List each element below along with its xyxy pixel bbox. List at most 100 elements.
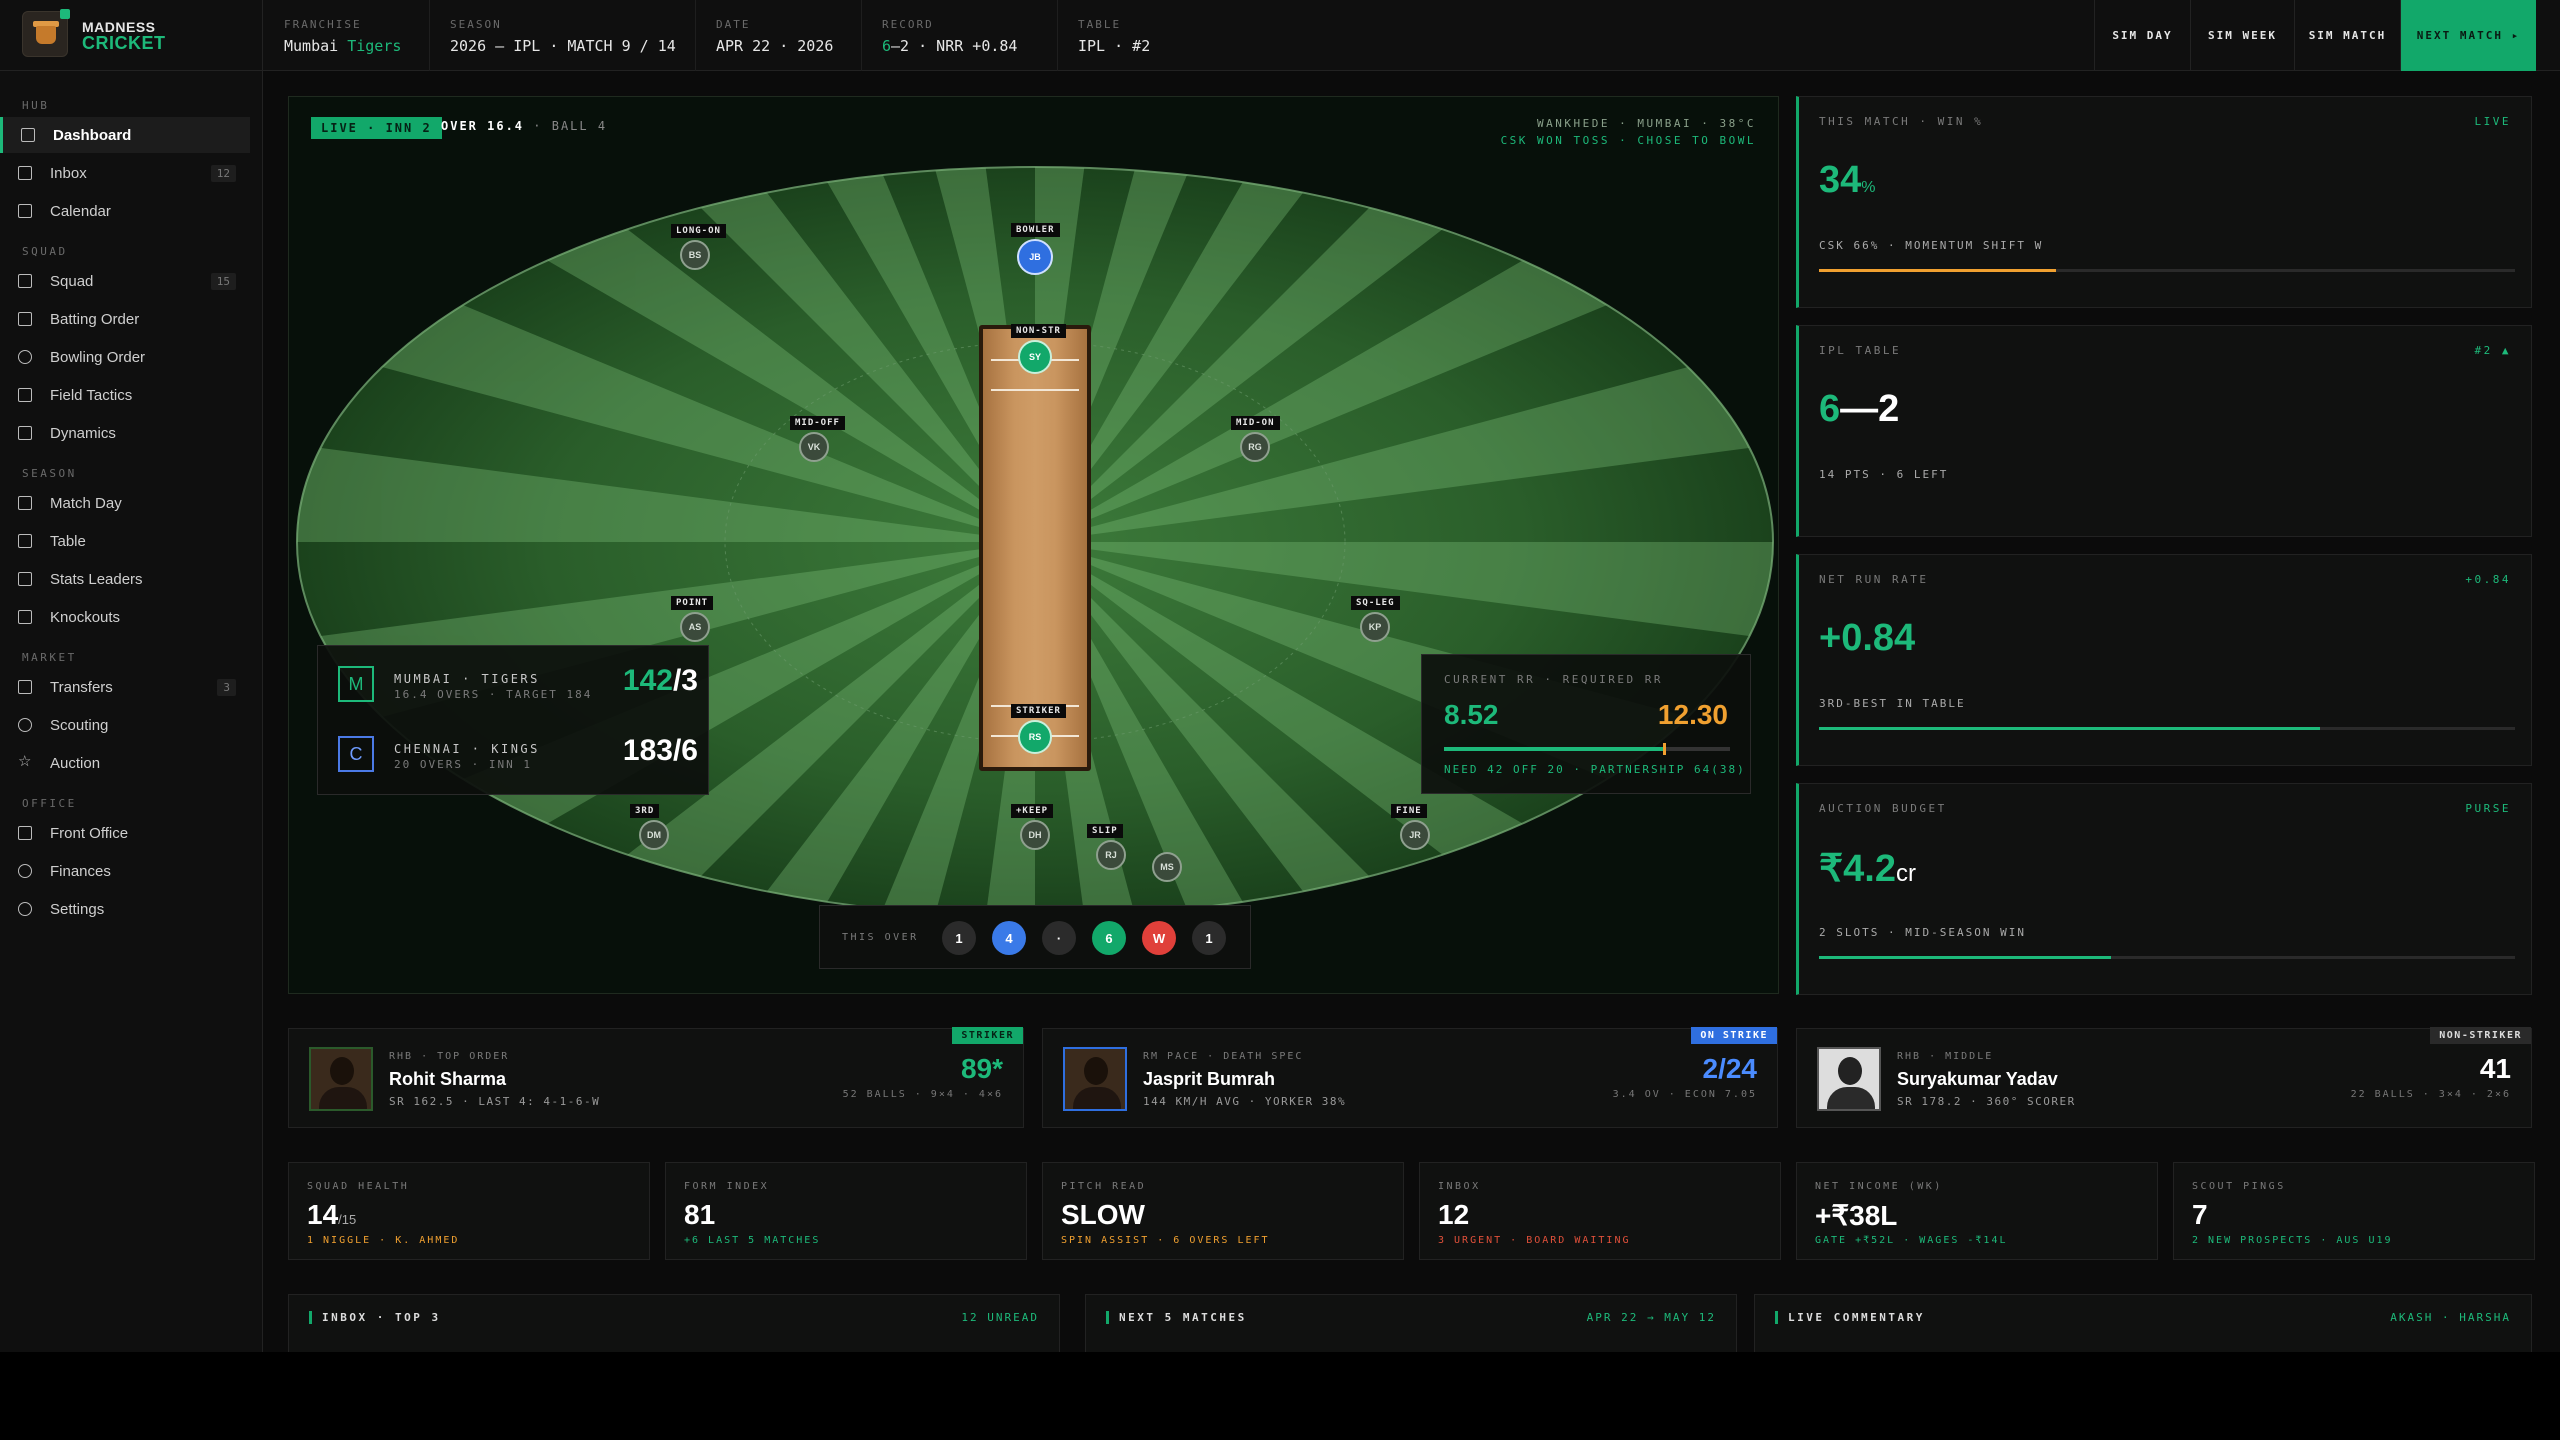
sidebar-item-field-tactics[interactable]: Field Tactics — [0, 377, 250, 413]
sidebar-item-batting-order[interactable]: Batting Order — [0, 301, 250, 337]
fielder-marker[interactable]: RG — [1240, 432, 1270, 462]
sidebar-item-label: Calendar — [50, 202, 111, 220]
fielder-marker[interactable]: JR — [1400, 820, 1430, 850]
sim-match-button[interactable]: SIM MATCH — [2294, 0, 2400, 71]
fielder-position-label: SLIP — [1087, 824, 1123, 838]
fielder-marker[interactable]: DH — [1020, 820, 1050, 850]
sim-week-button[interactable]: SIM WEEK — [2190, 0, 2294, 71]
sidebar-item-squad[interactable]: Squad 15 — [0, 263, 250, 299]
scoreboard-card: M MUMBAI · TIGERS 16.4 OVERS · TARGET 18… — [317, 645, 709, 795]
player-name: Jasprit Bumrah — [1143, 1069, 1276, 1089]
kpi-note: 2 NEW PROSPECTS · AUS U19 — [2192, 1235, 2393, 1246]
player-sub: 144 KM/H AVG · YORKER 38% — [1143, 1095, 1347, 1108]
kpi-tile[interactable]: SCOUT PINGS 7 2 NEW PROSPECTS · AUS U19 — [2173, 1162, 2535, 1260]
sidebar-item-auction[interactable]: ☆ Auction — [0, 745, 250, 781]
bottom-panel[interactable]: NEXT 5 MATCHES APR 22 → MAY 12 — [1085, 1294, 1737, 1352]
sidebar-item-transfers[interactable]: Transfers 3 — [0, 669, 250, 705]
fielder-marker[interactable]: VK — [799, 432, 829, 462]
kpi-label: FORM INDEX — [684, 1181, 770, 1192]
bottom-panel-meta: 12 UNREAD — [961, 1311, 1039, 1324]
sidebar-item-match-day[interactable]: Match Day — [0, 485, 250, 521]
sidebar-item-label: Match Day — [50, 494, 122, 512]
sidebar-item-label: Stats Leaders — [50, 570, 143, 588]
fielder-marker[interactable]: SY — [1018, 340, 1052, 374]
player-stat: 2/24 — [1702, 1053, 1758, 1084]
fielder-marker[interactable]: DM — [639, 820, 669, 850]
fielder-marker[interactable]: JB — [1017, 239, 1053, 275]
venue-info: WANKHEDE · MUMBAI · 38°C CSK WON TOSS · … — [1500, 117, 1756, 147]
chase-note: NEED 42 OFF 20 · PARTNERSHIP 64(38) — [1444, 763, 1746, 776]
sidebar-item-settings[interactable]: Settings — [0, 891, 250, 927]
sim-day-button[interactable]: SIM DAY — [2094, 0, 2190, 71]
chase-progress-fill — [1444, 747, 1665, 751]
player-avatar — [309, 1047, 373, 1111]
team-name: CHENNAI · KINGS — [394, 742, 540, 756]
date-label: DATE — [716, 18, 751, 31]
trophy-logo-icon — [22, 9, 70, 57]
kpi-label: INBOX — [1438, 1181, 1481, 1192]
fielder-marker[interactable]: MS — [1152, 852, 1182, 882]
bottom-panel-title: NEXT 5 MATCHES — [1106, 1311, 1247, 1324]
sidebar-item-table[interactable]: Table — [0, 523, 250, 559]
fielder-marker[interactable]: BS — [680, 240, 710, 270]
sidebar-item-inbox[interactable]: Inbox 12 — [0, 155, 250, 191]
kpi-tile[interactable]: INBOX 12 3 URGENT · BOARD WAITING — [1419, 1162, 1781, 1260]
kpi-note: +6 LAST 5 MATCHES — [684, 1235, 821, 1246]
ball-result: 1 — [1192, 921, 1226, 955]
season-value: 2026 — IPL · MATCH 9 / 14 — [450, 37, 676, 55]
kpi-tile[interactable]: NET INCOME (WK) +₹38L GATE +₹52L · WAGES -… — [1796, 1162, 2158, 1260]
topbar-table: TABLE IPL · #2 — [1058, 0, 1198, 71]
topbar-date: DATE APR 22 · 2026 — [696, 0, 862, 71]
fielder-marker[interactable]: AS — [680, 612, 710, 642]
brand-logo[interactable]: MADNESS CRICKET — [0, 0, 263, 71]
ball-result: 6 — [1092, 921, 1126, 955]
kpi-tile[interactable]: SQUAD HEALTH 14/15 1 NIGGLE · K. AHMED — [288, 1162, 650, 1260]
bottom-blank-area — [0, 1352, 2560, 1440]
bottom-panel[interactable]: LIVE COMMENTARY AKASH · HARSHA — [1754, 1294, 2532, 1352]
sidebar-item-dynamics[interactable]: Dynamics — [0, 415, 250, 451]
coin-icon — [18, 864, 32, 878]
player-card[interactable]: ON STRIKE RM PACE · DEATH SPEC Jasprit Bum… — [1042, 1027, 1778, 1128]
kpi-tile[interactable]: PITCH READ SLOW SPIN ASSIST · 6 OVERS LEFT — [1042, 1162, 1404, 1260]
player-name: Rohit Sharma — [389, 1069, 507, 1089]
fielder-marker[interactable]: RJ — [1096, 840, 1126, 870]
fielder-position-label: NON-STR — [1011, 324, 1066, 338]
over-indicator: OVER 16.4 · BALL 4 — [441, 119, 608, 133]
sidebar-item-label: Front Office — [50, 824, 129, 842]
sidebar-item-knockouts[interactable]: Knockouts — [0, 599, 250, 635]
player-card[interactable]: NON-STRIKER RHB · MIDDLE Suryakumar Yadav S… — [1796, 1027, 2532, 1128]
stat-card: NET RUN RATE +0.84 +0.84 3RD-BEST IN TABLE — [1796, 554, 2532, 766]
stat-card-tag: #2 ▲ — [2474, 344, 2511, 357]
sidebar-item-dashboard[interactable]: Dashboard — [0, 117, 250, 153]
player-card[interactable]: STRIKER RHB · TOP ORDER Rohit Sharma SR 162… — [288, 1027, 1024, 1128]
sidebar-section-title: MARKET — [22, 651, 77, 664]
stat-card-bar-fill — [1819, 269, 2056, 272]
sidebar-item-calendar[interactable]: Calendar — [0, 193, 250, 229]
kpi-tile[interactable]: FORM INDEX 81 +6 LAST 5 MATCHES — [665, 1162, 1027, 1260]
player-avatar — [1063, 1047, 1127, 1111]
bottom-panel-meta: APR 22 → MAY 12 — [1586, 1311, 1716, 1324]
sidebar-item-bowling-order[interactable]: Bowling Order — [0, 339, 250, 375]
stat-card-tag: +0.84 — [2465, 573, 2511, 586]
team-sub: 16.4 OVERS · TARGET 184 — [394, 688, 593, 701]
fielder-marker[interactable]: RS — [1018, 720, 1052, 754]
score-row-bowling: C CHENNAI · KINGS 20 OVERS · INN 1 183/6 — [338, 734, 698, 784]
ball-result: · — [1042, 921, 1076, 955]
fielder-marker[interactable]: KP — [1360, 612, 1390, 642]
sidebar-item-front-office[interactable]: Front Office — [0, 815, 250, 851]
stat-card: THIS MATCH · WIN % LIVE 34% CSK 66% · MOMEN… — [1796, 96, 2532, 308]
fielder-position-label: FINE — [1391, 804, 1427, 818]
bottom-panel[interactable]: INBOX · TOP 3 12 UNREAD — [288, 1294, 1060, 1352]
bottom-panel-title: LIVE COMMENTARY — [1775, 1311, 1925, 1324]
chase-progress-marker — [1663, 743, 1667, 755]
sidebar-item-finances[interactable]: Finances — [0, 853, 250, 889]
sidebar-section-title: SQUAD — [22, 245, 68, 258]
next-match-button[interactable]: NEXT MATCH ▸ — [2400, 0, 2536, 71]
sidebar-item-label: Field Tactics — [50, 386, 133, 404]
date-value: APR 22 · 2026 — [716, 37, 834, 55]
chase-progress-bar — [1444, 743, 1730, 755]
kpi-value-main: SLOW — [1061, 1199, 1145, 1230]
sidebar-item-scouting[interactable]: Scouting — [0, 707, 250, 743]
sidebar-item-stats-leaders[interactable]: Stats Leaders — [0, 561, 250, 597]
stat-value-secondary: —2 — [1840, 388, 1900, 430]
